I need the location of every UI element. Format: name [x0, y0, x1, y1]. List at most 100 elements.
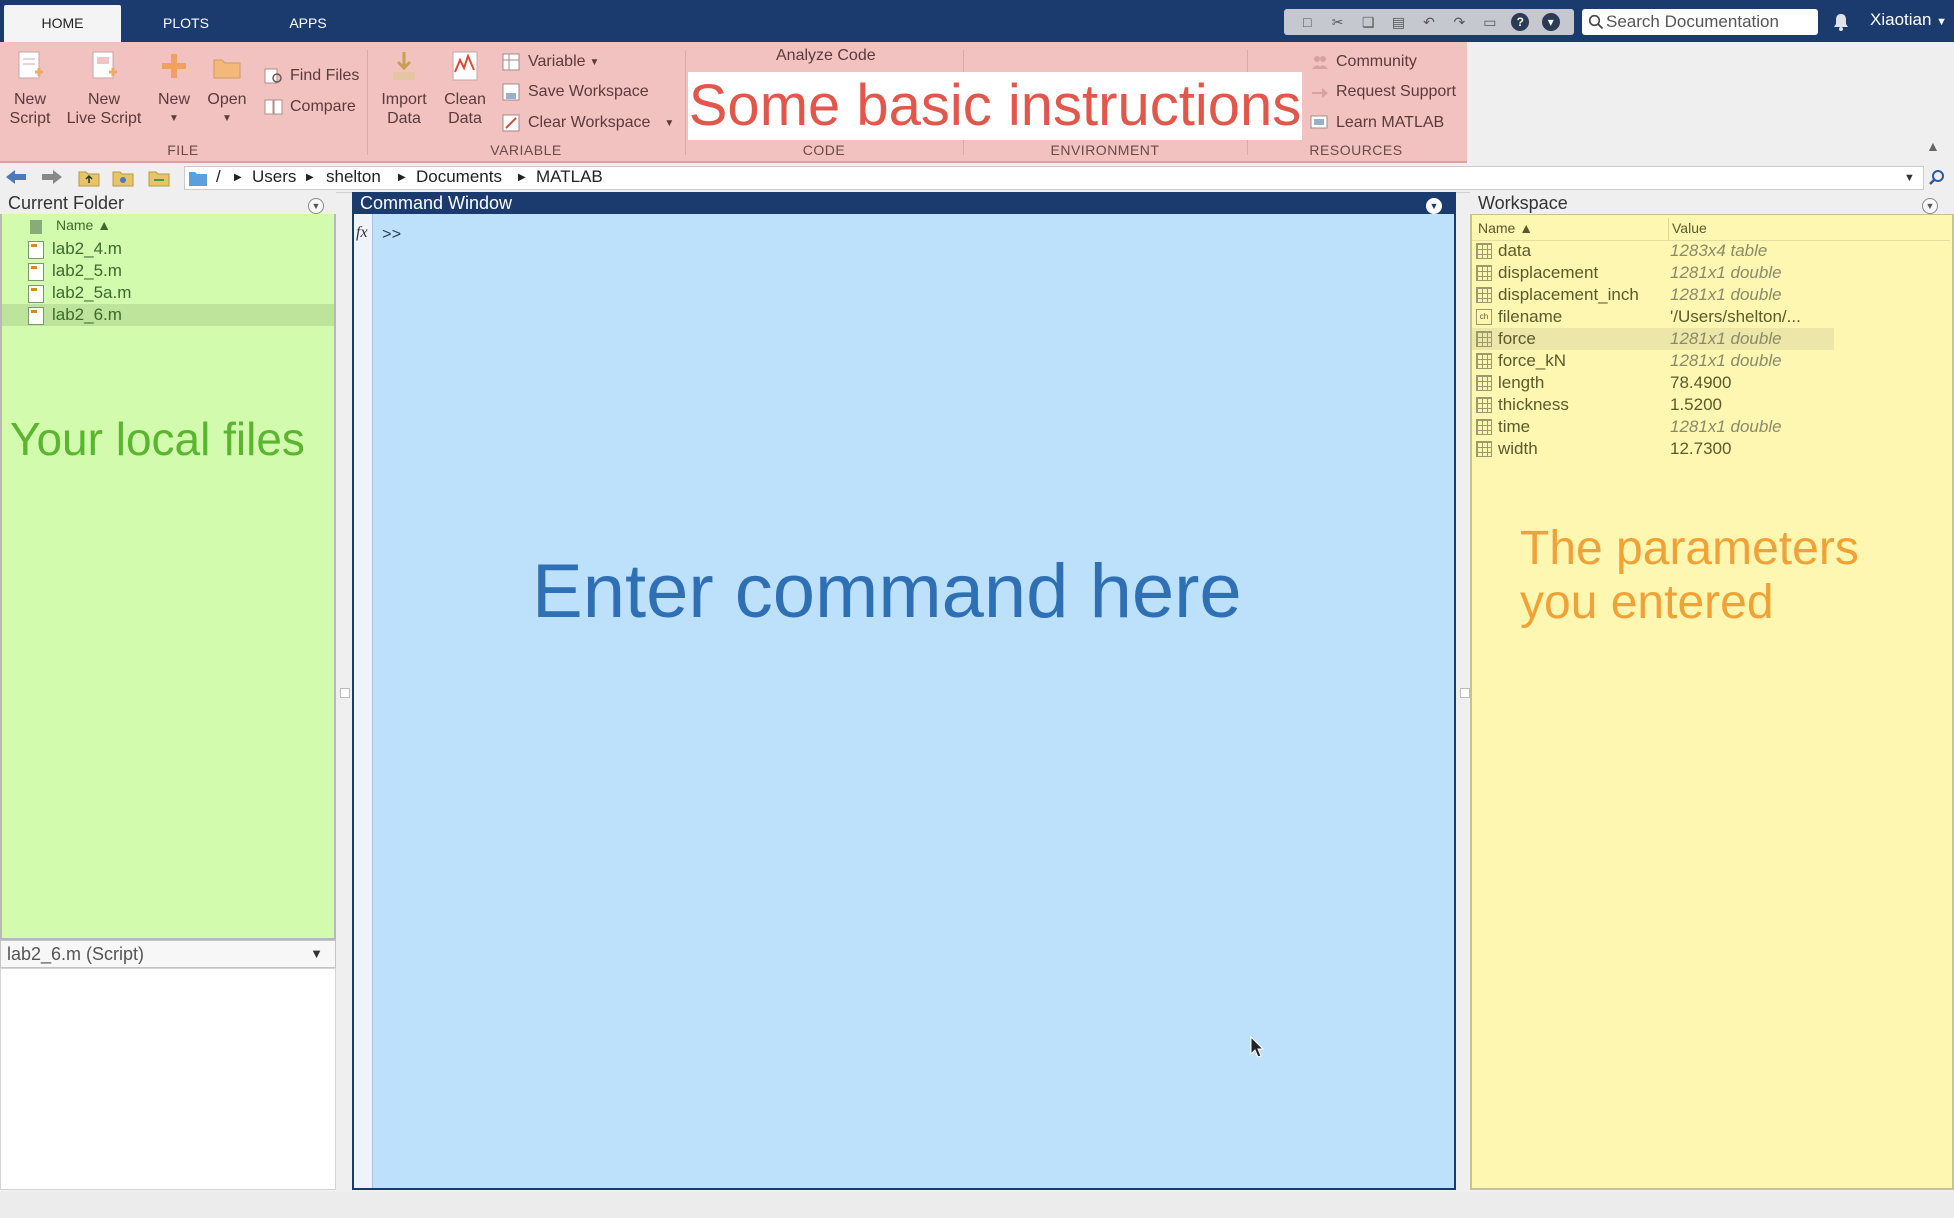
copy-icon[interactable]: ❏: [1359, 13, 1377, 31]
workspace-title: Workspace: [1470, 192, 1954, 214]
save-workspace-button[interactable]: Save Workspace: [502, 80, 649, 104]
group-label-resources: RESOURCES: [1309, 142, 1403, 158]
customize-toolbar-icon[interactable]: ▾: [1541, 13, 1560, 31]
file-details-bar[interactable]: lab2_6.m (Script) ▼: [0, 940, 336, 968]
chevron-down-icon: ▼: [664, 117, 675, 129]
analyze-code-button[interactable]: Analyze Code: [776, 48, 876, 64]
matlab-file-icon: [28, 262, 44, 281]
workspace-row-width[interactable]: width 12.7300: [1472, 438, 1834, 460]
undo-icon[interactable]: ↶: [1420, 13, 1438, 31]
new-button[interactable]: New ▼: [154, 50, 194, 128]
callout-local-files: Your local files: [10, 413, 305, 465]
search-folder-icon[interactable]: [148, 167, 172, 187]
open-button[interactable]: Open ▼: [204, 50, 250, 128]
collapse-ribbon-icon[interactable]: ▲: [1926, 138, 1940, 154]
redo-icon[interactable]: ↷: [1450, 13, 1468, 31]
file-item-selected[interactable]: lab2_6.m: [2, 304, 334, 326]
browse-folder-icon[interactable]: [112, 167, 134, 187]
workspace-row-force-kn[interactable]: force_kN 1281x1 double: [1472, 350, 1834, 372]
find-files-icon: [264, 68, 282, 84]
workspace-row-displacement-inch[interactable]: displacement_inch 1281x1 double: [1472, 284, 1834, 306]
switch-windows-icon[interactable]: ▭: [1481, 13, 1499, 31]
matrix-icon: [1476, 441, 1492, 457]
matrix-icon: [1476, 331, 1492, 347]
workspace-row-filename[interactable]: ch filename '/Users/shelton/...: [1472, 306, 1834, 328]
path-dropdown-icon[interactable]: ▼: [1904, 172, 1915, 184]
clean-data-icon: [452, 51, 478, 81]
chevron-down-icon: ▼: [310, 946, 323, 961]
user-name: Xiaotian: [1870, 10, 1932, 29]
clear-workspace-icon: [502, 114, 520, 132]
save-icon[interactable]: □: [1298, 13, 1316, 31]
current-folder-actions-icon[interactable]: ▼: [308, 198, 324, 214]
tab-home[interactable]: HOME: [4, 5, 121, 42]
learn-matlab-icon: [1310, 115, 1328, 129]
clean-data-button[interactable]: Clean Data: [440, 50, 490, 128]
breadcrumb-shelton[interactable]: shelton: [326, 167, 381, 187]
search-input[interactable]: [1604, 11, 1808, 33]
matrix-icon: [1476, 287, 1492, 303]
clear-workspace-button[interactable]: Clear Workspace ▼: [502, 111, 674, 135]
workspace-value-column-header[interactable]: Value: [1672, 220, 1707, 236]
command-window-actions-icon[interactable]: ▼: [1426, 198, 1442, 214]
workspace-row-force-selected[interactable]: force 1281x1 double: [1472, 328, 1834, 350]
workspace-row-displacement[interactable]: displacement 1281x1 double: [1472, 262, 1834, 284]
paste-icon[interactable]: ▤: [1390, 13, 1408, 31]
breadcrumb-root[interactable]: /: [216, 167, 221, 187]
notification-bell-icon[interactable]: [1832, 12, 1850, 32]
command-prompt[interactable]: >>: [382, 226, 401, 244]
column-divider: [1668, 218, 1669, 240]
workspace-actions-icon[interactable]: ▼: [1922, 198, 1938, 214]
search-folder-path-icon[interactable]: [1928, 169, 1946, 187]
request-support-button[interactable]: Request Support: [1310, 80, 1456, 104]
variable-icon: [502, 53, 520, 71]
workspace-name-column-header[interactable]: Name ▲: [1478, 220, 1533, 236]
help-icon[interactable]: ?: [1511, 13, 1530, 31]
find-files-button[interactable]: Find Files: [264, 64, 359, 88]
tab-plots[interactable]: PLOTS: [130, 5, 242, 42]
back-arrow-icon[interactable]: [4, 168, 28, 186]
command-window-gutter: [354, 214, 373, 1188]
file-list-header[interactable]: Name ▲: [2, 216, 334, 238]
forward-arrow-icon[interactable]: [40, 168, 64, 186]
file-item[interactable]: lab2_5a.m: [2, 282, 334, 304]
splitter-handle[interactable]: [340, 688, 350, 698]
workspace-header: Name ▲ Value: [1472, 218, 1950, 241]
group-label-variable: VARIABLE: [490, 142, 562, 158]
new-live-script-button[interactable]: New Live Script: [64, 50, 144, 128]
up-folder-icon[interactable]: [78, 167, 100, 187]
breadcrumb-separator-icon: ▶: [306, 172, 314, 183]
chevron-down-icon: ▼: [222, 113, 232, 124]
matlab-file-icon: [28, 240, 44, 259]
community-button[interactable]: Community: [1310, 50, 1417, 74]
file-item[interactable]: lab2_5.m: [2, 260, 334, 282]
char-icon: ch: [1476, 309, 1492, 325]
search-icon: [1588, 14, 1604, 30]
import-data-button[interactable]: Import Data: [378, 50, 430, 128]
file-type-column-icon: [30, 220, 42, 234]
tab-apps[interactable]: APPS: [252, 5, 364, 42]
workspace-row-data[interactable]: data 1283x4 table: [1472, 240, 1834, 262]
matlab-file-icon: [28, 284, 44, 303]
file-item[interactable]: lab2_4.m: [2, 238, 334, 260]
workspace-row-time[interactable]: time 1281x1 double: [1472, 416, 1834, 438]
breadcrumb-matlab[interactable]: MATLAB: [536, 167, 603, 187]
breadcrumb-separator-icon: ▶: [398, 172, 406, 183]
cut-icon[interactable]: ✂: [1329, 13, 1347, 31]
compare-button[interactable]: Compare: [264, 95, 356, 119]
command-window[interactable]: [352, 214, 1456, 1190]
splitter-handle[interactable]: [1460, 688, 1470, 698]
variable-button[interactable]: Variable ▼: [502, 50, 599, 74]
learn-matlab-button[interactable]: Learn MATLAB: [1310, 111, 1444, 135]
matrix-icon: [1476, 397, 1492, 413]
breadcrumb-users[interactable]: Users: [252, 167, 296, 187]
ribbon-divider: [685, 50, 686, 155]
workspace-row-length[interactable]: length 78.4900: [1472, 372, 1834, 394]
quick-access-toolbar: □ ✂ ❏ ▤ ↶ ↷ ▭ ? ▾: [1284, 9, 1574, 35]
function-browser-icon[interactable]: fx: [356, 224, 368, 242]
breadcrumb-documents[interactable]: Documents: [416, 167, 502, 187]
name-column-header: Name ▲: [56, 217, 112, 233]
new-script-button[interactable]: New Script: [6, 50, 54, 128]
user-menu[interactable]: Xiaotian ▼: [1870, 10, 1947, 30]
workspace-row-thickness[interactable]: thickness 1.5200: [1472, 394, 1834, 416]
